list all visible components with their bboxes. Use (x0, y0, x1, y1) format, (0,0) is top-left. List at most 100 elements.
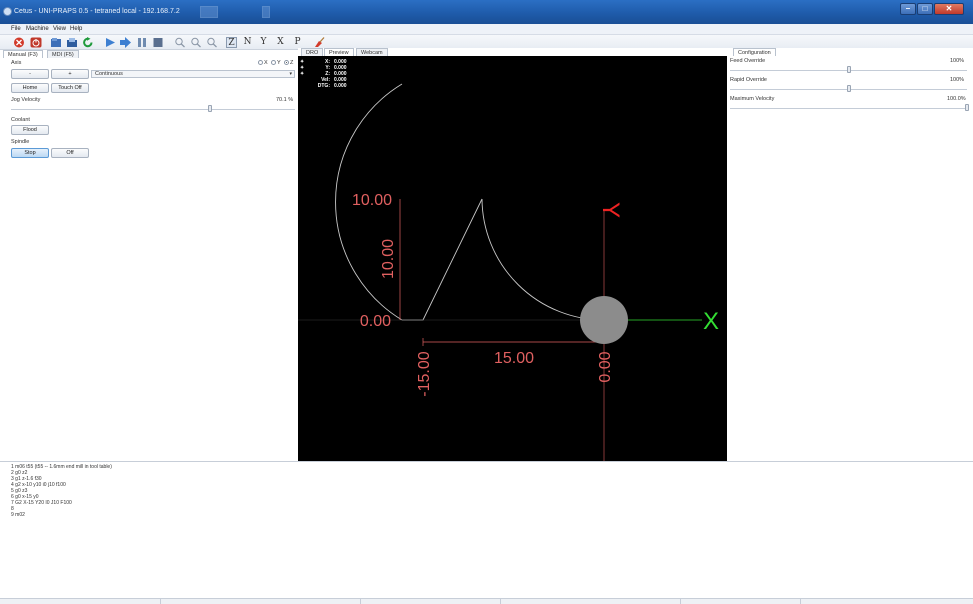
view-rotated-z-button[interactable]: N (242, 37, 253, 48)
jog-velocity-label: Jog Velocity (11, 97, 41, 103)
zoom-out-icon[interactable] (190, 37, 202, 48)
axis-label: Axis (11, 60, 22, 66)
menu-help[interactable]: Help (70, 26, 82, 32)
dro-row-dtg: DTG: 0.000 (300, 83, 360, 89)
status-bar (0, 598, 973, 604)
height-value-label: 10.00 (352, 192, 392, 209)
menu-machine[interactable]: Machine (26, 26, 49, 32)
dro-overlay: ✦ X: 0.000 ✦ Y: 0.000 ✦ Z: 0.000 Vel: 0.… (300, 59, 360, 89)
tab-webcam[interactable]: Webcam (356, 48, 388, 56)
status-segment (360, 599, 361, 604)
status-segment (680, 599, 681, 604)
minimize-button[interactable]: – (900, 3, 916, 15)
status-segment (160, 599, 161, 604)
tool-position-marker (580, 296, 628, 344)
menu-bar: File Machine View Help (0, 24, 973, 35)
x-span-label: 15.00 (494, 350, 534, 367)
title-bar: Cetus - UNI-PRAPS 0.5 - tetraned local -… (0, 0, 973, 24)
feed-override-label: Feed Override (730, 58, 766, 64)
close-button[interactable]: ✕ (934, 3, 964, 15)
clear-plot-icon[interactable] (313, 37, 325, 48)
gcode-line: 7 G2 X-15 Y20 I0 J10 F100 (11, 500, 72, 506)
tab-preview[interactable]: Preview (324, 48, 354, 56)
zoom-in-icon[interactable] (174, 37, 186, 48)
axis-z-label: Z (290, 60, 294, 66)
feed-override-value: 100% (950, 58, 965, 64)
jog-velocity-slider[interactable] (11, 109, 295, 110)
configuration-panel: Configuration Feed Override 100% Rapid O… (727, 48, 973, 461)
coolant-label: Coolant (11, 117, 30, 123)
chevron-down-icon: ▾ (289, 71, 292, 77)
x-axis-label: X (703, 308, 719, 335)
axis-x-label: X (264, 60, 268, 66)
app-icon (3, 7, 12, 16)
estop-icon[interactable] (13, 37, 25, 48)
home-button[interactable]: Home (11, 83, 49, 93)
max-velocity-value: 100.0% (947, 96, 966, 102)
menu-file[interactable]: File (11, 26, 21, 32)
rapid-override-slider-handle[interactable] (846, 85, 851, 92)
tab-mdi[interactable]: MDI (F5) (47, 50, 79, 58)
menu-view[interactable]: View (53, 26, 66, 32)
status-segment (500, 599, 501, 604)
dro-dtg-key: DTG: (317, 83, 330, 89)
cetus-window: Cetus - UNI-PRAPS 0.5 - tetraned local -… (0, 0, 973, 604)
axis-y-label: Y (277, 60, 281, 66)
jog-velocity-slider-handle[interactable] (207, 105, 212, 112)
tab-manual[interactable]: Manual (F3) (3, 50, 43, 58)
zoom-fit-icon[interactable] (206, 37, 218, 48)
edit-file-icon[interactable] (66, 37, 78, 48)
rapid-override-label: Rapid Override (730, 77, 767, 83)
open-file-icon[interactable] (50, 37, 62, 48)
maximize-button[interactable]: □ (917, 3, 933, 15)
axis-y-radio[interactable] (271, 60, 276, 65)
gcode-listing[interactable]: 1 m06 t55 (t55 -- 1.6mm end mill in tool… (0, 461, 973, 598)
jog-velocity-value: 70.1 % (276, 97, 294, 103)
y-axis-label: Y (597, 202, 624, 218)
jog-minus-button[interactable]: - (11, 69, 49, 79)
preview-viewport[interactable]: 10.00 10.00 0.00 -15.00 15.00 0.00 X Y ✦… (298, 56, 727, 461)
touch-off-button[interactable]: Touch Off (51, 83, 89, 93)
spindle-stop-button[interactable]: Stop (11, 148, 49, 158)
power-icon[interactable] (30, 37, 42, 48)
pause-icon[interactable] (136, 37, 148, 48)
spindle-off-button[interactable]: Off (51, 148, 89, 158)
feed-override-slider-handle[interactable] (846, 66, 851, 73)
toolpath-arc-small (481, 198, 605, 321)
jog-plus-button[interactable]: + (51, 69, 89, 79)
tab-configuration[interactable]: Configuration (733, 48, 776, 56)
view-perspective-button[interactable]: P (292, 37, 303, 48)
view-x-button[interactable]: X (275, 37, 286, 48)
jog-mode-select[interactable]: Continuous ▾ (91, 70, 295, 78)
status-segment (800, 599, 801, 604)
dro-dtg-value: 0.000 (334, 83, 347, 89)
view-y-button[interactable]: Y (258, 37, 269, 48)
gcode-line: 9 m02 (11, 512, 25, 518)
step-icon[interactable] (120, 37, 132, 48)
max-velocity-slider-handle[interactable] (965, 104, 969, 111)
height-vertical-label: 10.00 (380, 239, 397, 279)
jog-mode-value: Continuous (95, 71, 123, 77)
view-z-button[interactable]: Z (226, 37, 237, 48)
run-icon[interactable] (104, 37, 116, 48)
x-zero-label: 0.00 (597, 351, 614, 382)
max-velocity-slider[interactable] (730, 108, 967, 109)
axis-x-radio[interactable] (258, 60, 263, 65)
zero-y-label: 0.00 (360, 313, 391, 330)
spindle-label: Spindle (11, 139, 30, 145)
window-title: Cetus - UNI-PRAPS 0.5 - tetraned local -… (14, 8, 180, 15)
viewport-tabbar: DRO Preview Webcam (298, 48, 727, 56)
x-min-label: -15.00 (416, 351, 433, 396)
toolpath-plot: 10.00 10.00 0.00 -15.00 15.00 0.00 X Y (298, 83, 719, 461)
flood-button[interactable]: Flood (11, 125, 49, 135)
reload-icon[interactable] (82, 37, 94, 48)
toolpath-lines (402, 198, 483, 321)
taskbar-thumbnail[interactable] (262, 6, 270, 18)
taskbar-thumbnail[interactable] (200, 6, 218, 18)
stop-icon[interactable] (152, 37, 164, 48)
axis-z-radio[interactable] (284, 60, 289, 65)
max-velocity-label: Maximum Velocity (730, 96, 775, 102)
tab-dro[interactable]: DRO (301, 48, 324, 56)
rapid-override-value: 100% (950, 77, 965, 83)
manual-control-panel: Manual (F3) MDI (F5) Axis X Y Z - + Cont… (0, 50, 298, 461)
